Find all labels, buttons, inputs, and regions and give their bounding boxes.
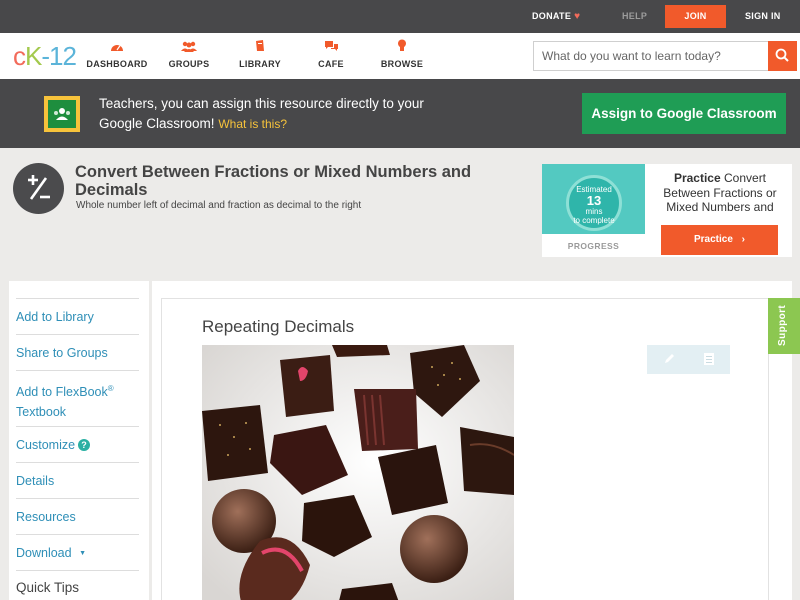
nav-groups-label: GROUPS [168,59,210,69]
sidebar-item-customize[interactable]: Customize? [16,426,139,462]
practice-bold-label: Practice [673,171,721,185]
search-button[interactable] [768,41,797,71]
nav-browse[interactable]: BROWSE [367,39,437,69]
cafe-icon [296,39,366,57]
page-subtitle: Whole number left of decimal and fractio… [76,200,362,211]
estimated-to-complete: to complete [573,216,615,225]
sidebar-item-add-to-flexbook[interactable]: Add to FlexBook® Textbook [16,370,139,426]
caret-down-icon: ▼ [79,550,87,557]
help-question-icon[interactable]: ? [78,439,91,451]
donate-link[interactable]: DONATE ♥ [532,0,580,33]
main-nav: cK-12 DASHBOARD GROUPS LIBRARY CAFE BROW… [0,33,800,79]
estimated-minutes: 13 [586,193,602,208]
quick-tips-heading[interactable]: Quick Tips [16,570,139,595]
edit-toolbar [647,345,730,374]
assign-google-classroom-button[interactable]: Assign to Google Classroom [582,93,786,134]
practice-button[interactable]: Practice › [661,225,778,255]
flexbook-label: Add to FlexBook [16,385,108,400]
support-label: Support [777,304,788,346]
practice-description: Practice Convert Between Fractions or Mi… [654,171,786,215]
nav-cafe-label: CAFE [318,59,344,69]
sidebar-item-share-to-groups[interactable]: Share to Groups [16,334,139,370]
estimated-time-badge: Estimated 13 mins to complete [566,175,622,231]
browse-icon [367,39,437,57]
search-box [533,41,797,71]
nav-cafe[interactable]: CAFE [296,39,366,69]
modality-math-icon [13,163,64,214]
search-icon [775,48,789,62]
sidebar-item-resources[interactable]: Resources [16,498,139,534]
ck12-logo[interactable]: cK-12 [13,41,77,71]
donate-label: DONATE [532,11,572,21]
sidebar-item-details[interactable]: Details [16,462,139,498]
logo-part-c: c [13,41,26,71]
support-tab[interactable]: Support [768,298,800,354]
sidebar-item-download[interactable]: Download ▼ [16,534,139,570]
notes-icon[interactable] [702,352,716,366]
flexbook-label-line2: Textbook [16,405,67,420]
logo-part-k: K [25,41,42,71]
pencil-icon[interactable] [662,352,676,366]
progress-label: PROGRESS [567,241,620,251]
nav-library-label: LIBRARY [239,59,281,69]
heart-icon: ♥ [574,11,581,22]
search-input[interactable] [534,42,770,70]
practice-button-label: Practice [693,234,733,245]
google-banner-text: Teachers, you can assign this resource d… [99,94,439,134]
sign-in-link[interactable]: SIGN IN [745,0,781,33]
groups-icon [154,39,224,57]
dashboard-icon [82,39,152,57]
sidebar: Add to Library Share to Groups Add to Fl… [9,281,149,600]
nav-dashboard[interactable]: DASHBOARD [82,39,152,69]
download-label: Download [16,546,72,560]
estimated-unit: mins [585,207,603,216]
what-is-this-link[interactable]: What is this? [218,117,287,131]
registered-mark: ® [107,384,114,393]
chevron-right-icon: › [741,234,746,245]
google-classroom-banner: Teachers, you can assign this resource d… [0,79,800,148]
page-title: Convert Between Fractions or Mixed Numbe… [75,163,472,199]
sidebar-item-add-to-library[interactable]: Add to Library [16,298,139,334]
customize-label: Customize [16,438,76,452]
help-link[interactable]: HELP [622,0,647,33]
logo-part-12: -12 [41,41,77,71]
nav-dashboard-label: DASHBOARD [86,59,148,69]
practice-progress-graphic: Estimated 13 mins to complete [542,164,645,234]
chocolates-photo [202,345,514,600]
google-classroom-icon [44,96,80,132]
top-utility-bar: DONATE ♥ HELP JOIN SIGN IN [0,0,800,33]
concept-title: Repeating Decimals [202,317,355,336]
library-icon [225,39,295,57]
nav-library[interactable]: LIBRARY [225,39,295,69]
practice-card: Estimated 13 mins to complete PROGRESS P… [542,164,792,257]
nav-browse-label: BROWSE [380,59,424,69]
nav-groups[interactable]: GROUPS [154,39,224,69]
join-button[interactable]: JOIN [665,5,726,28]
